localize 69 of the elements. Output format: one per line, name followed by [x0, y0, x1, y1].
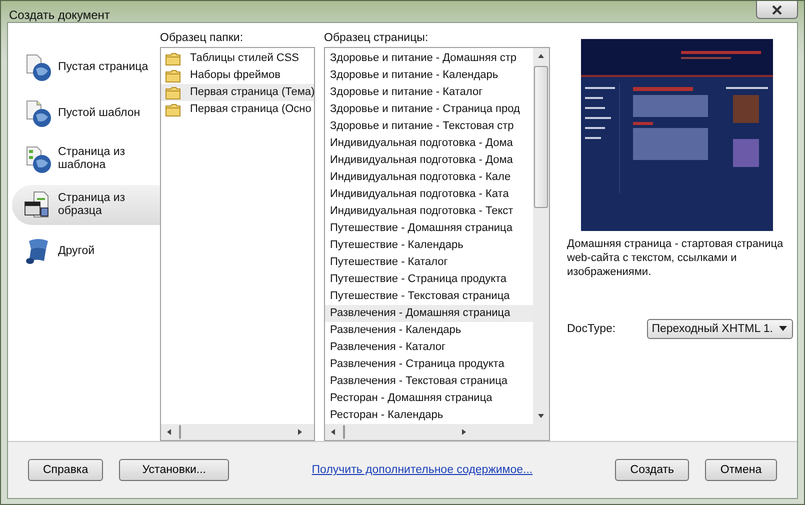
horizontal-scrollbar[interactable]: [161, 424, 314, 440]
scroll-up-icon[interactable]: [537, 52, 545, 60]
horizontal-scrollbar[interactable]: [325, 424, 549, 440]
page-item[interactable]: Индивидуальная подготовка - Дома: [325, 135, 533, 152]
settings-button[interactable]: Установки...: [119, 459, 230, 481]
caret-icon: [779, 326, 787, 332]
vertical-scrollbar[interactable]: [533, 48, 549, 424]
folder-item[interactable]: Таблицы стилей CSS: [161, 50, 314, 67]
folder-list[interactable]: Таблицы стилей CSS Наборы фреймов Первая страница (Тема) Первая страница (Осно: [160, 47, 315, 441]
window-title: Создать документ: [9, 8, 110, 22]
page-item[interactable]: Развлечения - Домашняя страница: [325, 305, 533, 322]
category-label: Другой: [58, 244, 96, 258]
page-icon: [24, 145, 52, 173]
page-item[interactable]: Развлечения - Календарь: [325, 322, 533, 339]
page-item[interactable]: Ресторан - Домашняя страница: [325, 390, 533, 407]
category-label: Страница из образца: [58, 192, 126, 218]
folder-icon: [165, 102, 181, 116]
page-item[interactable]: Здоровье и питание - Каталог: [325, 84, 533, 101]
category-item[interactable]: Пустая страница: [12, 47, 160, 87]
page-item[interactable]: Путешествие - Каталог: [325, 254, 533, 271]
scroll-thumb[interactable]: [179, 425, 181, 439]
page-item[interactable]: Путешествие - Календарь: [325, 237, 533, 254]
close-button[interactable]: [756, 1, 798, 19]
folder-icon: [165, 68, 181, 82]
list-label: Образец страницы:: [324, 31, 430, 46]
folder-item[interactable]: Первая страница (Тема): [161, 84, 314, 101]
page-item[interactable]: Развлечения - Текстовая страница: [325, 373, 533, 390]
folder-item[interactable]: Наборы фреймов: [161, 67, 314, 84]
category-item[interactable]: Страница из образца: [12, 185, 160, 225]
page-item[interactable]: Путешествие - Страница продукта: [325, 271, 533, 288]
page-icon: [24, 99, 52, 127]
category-item[interactable]: Другой: [12, 231, 160, 271]
scroll-left-icon[interactable]: [165, 428, 173, 436]
scroll-left-icon[interactable]: [329, 428, 337, 436]
category-item[interactable]: Страница из шаблона: [12, 139, 160, 179]
page-item[interactable]: Путешествие - Текстовая страница: [325, 288, 533, 305]
list-label: Образец папки:: [160, 31, 244, 46]
page-item[interactable]: Индивидуальная подготовка - Кале: [325, 169, 533, 186]
page-item[interactable]: Развлечения - Каталог: [325, 339, 533, 356]
page-item[interactable]: Развлечения - Страница продукта: [325, 356, 533, 373]
page-item[interactable]: Индивидуальная подготовка - Ката: [325, 186, 533, 203]
doctype-label: DocType:: [567, 323, 617, 335]
category-item[interactable]: Пустой шаблон: [12, 93, 160, 133]
create-button[interactable]: Создать: [615, 459, 689, 481]
page-item[interactable]: Ресторан - Календарь: [325, 407, 533, 424]
folder-icon: [165, 86, 181, 100]
page-item[interactable]: Индивидуальная подготовка - Дома: [325, 152, 533, 169]
page-item[interactable]: Здоровье и питание - Календарь: [325, 67, 533, 84]
doctype-dropdown[interactable]: Переходный XHTML 1.: [646, 319, 793, 339]
page-item[interactable]: Здоровье и питание - Домашняя стр: [325, 50, 533, 67]
category-label: Пустой шаблон: [58, 106, 142, 120]
folder-item[interactable]: Первая страница (Осно: [161, 101, 314, 118]
more-content-link[interactable]: Получить дополнительное содержимое...: [312, 464, 533, 476]
scroll-thumb[interactable]: [534, 66, 548, 208]
cancel-button[interactable]: Отмена: [704, 459, 777, 481]
category-label: Страница из шаблона: [58, 146, 126, 172]
template-description: Домашняя страница - стартовая страница web-сайта с текстом, ссылками и изображениями.: [567, 237, 784, 279]
page-icon: [24, 53, 52, 81]
page-item[interactable]: Индивидуальная подготовка - Текст: [325, 203, 533, 220]
help-button[interactable]: Справка: [28, 459, 104, 481]
page-item[interactable]: Здоровье и питание - Страница прод: [325, 101, 533, 118]
folder-icon: [165, 52, 181, 66]
category-label: Пустая страница: [58, 60, 150, 74]
page-list[interactable]: [324, 47, 550, 441]
scroll-thumb[interactable]: [343, 425, 345, 439]
page-item[interactable]: Путешествие - Домашняя страница: [325, 220, 533, 237]
scroll-down-icon[interactable]: [537, 412, 545, 420]
close-icon: [771, 4, 783, 14]
page-item[interactable]: Здоровье и питание - Текстовая стр: [325, 118, 533, 135]
